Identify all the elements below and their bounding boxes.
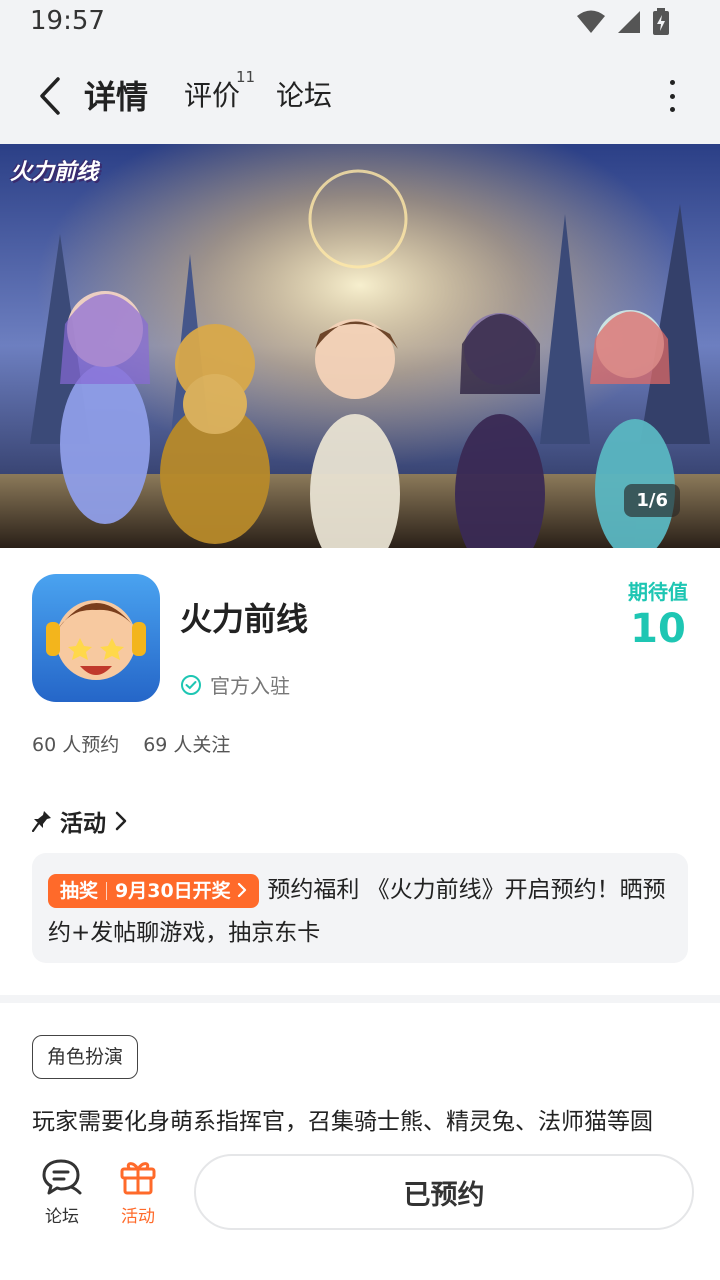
anticipation-value: 10 — [630, 606, 686, 652]
tab-reviews[interactable]: 评价 — [184, 74, 240, 114]
wifi-icon — [577, 10, 605, 33]
game-description: 玩家需要化身萌系指挥官，召集骑士熊、精灵兔、法师猫等圆 — [32, 1109, 653, 1135]
reviews-count-badge: 11 — [236, 68, 256, 86]
official-label: 官方入驻 — [210, 674, 290, 698]
activity-section-header[interactable]: 活动 — [32, 804, 128, 838]
bottom-forum-label: 论坛 — [45, 1207, 79, 1227]
bottom-action-bar: 论坛 活动 已预约 — [0, 1144, 720, 1280]
anticipation-score: 期待值 10 — [628, 576, 688, 651]
gift-icon — [120, 1162, 156, 1195]
banner-artwork — [0, 144, 720, 548]
more-options-button[interactable] — [660, 80, 684, 112]
chevron-right-icon — [115, 811, 127, 831]
follower-count: 69 人关注 — [143, 734, 231, 756]
battery-icon — [653, 8, 669, 35]
back-button[interactable] — [28, 72, 72, 120]
signal-icon — [618, 11, 640, 33]
verified-check-icon — [181, 674, 201, 695]
lottery-tag-type: 抽奖 — [60, 879, 99, 902]
status-time: 19:57 — [30, 6, 105, 36]
activity-card[interactable]: 抽奖 9月30日开奖 预约福利 《火力前线》开启预约！晒预约+发帖聊游戏，抽京东卡 — [32, 853, 688, 963]
chevron-right-icon — [238, 882, 247, 897]
status-icons — [576, 8, 670, 36]
genre-tag[interactable]: 角色扮演 — [32, 1035, 139, 1079]
tab-details[interactable]: 详情 — [84, 72, 148, 118]
pin-icon — [32, 811, 51, 832]
reservation-count: 60 人预约 — [32, 734, 120, 756]
bottom-activity-label: 活动 — [121, 1207, 155, 1227]
anticipation-label: 期待值 — [628, 580, 688, 604]
official-badge: 官方入驻 — [180, 670, 290, 699]
section-divider — [0, 995, 720, 1003]
game-info-section: 火力前线 官方入驻 期待值 10 60 人预约 69 人关注 活动 抽奖 9月30… — [0, 548, 720, 988]
lottery-tag-date: 9月30日开奖 — [115, 879, 231, 902]
bottom-activity-button[interactable]: 活动 — [108, 1158, 168, 1227]
forum-chat-icon — [42, 1159, 82, 1195]
reserved-button[interactable]: 已预约 — [194, 1154, 694, 1230]
game-app-icon — [32, 574, 160, 702]
lottery-tag: 抽奖 9月30日开奖 — [48, 873, 260, 908]
banner-page-indicator: 1/6 — [624, 484, 680, 517]
chevron-left-icon — [40, 77, 60, 115]
banner-carousel[interactable]: 火力前线 1/6 — [0, 144, 720, 548]
bottom-forum-button[interactable]: 论坛 — [32, 1158, 92, 1227]
game-stats: 60 人预约 69 人关注 — [32, 730, 230, 757]
banner-game-logo: 火力前线 — [10, 160, 99, 185]
status-bar: 19:57 — [0, 0, 720, 48]
tab-forum[interactable]: 论坛 — [276, 74, 332, 114]
activity-section-title: 活动 — [60, 811, 106, 837]
game-title: 火力前线 — [180, 600, 309, 638]
nav-bar: 详情 评价 11 论坛 — [0, 48, 720, 162]
